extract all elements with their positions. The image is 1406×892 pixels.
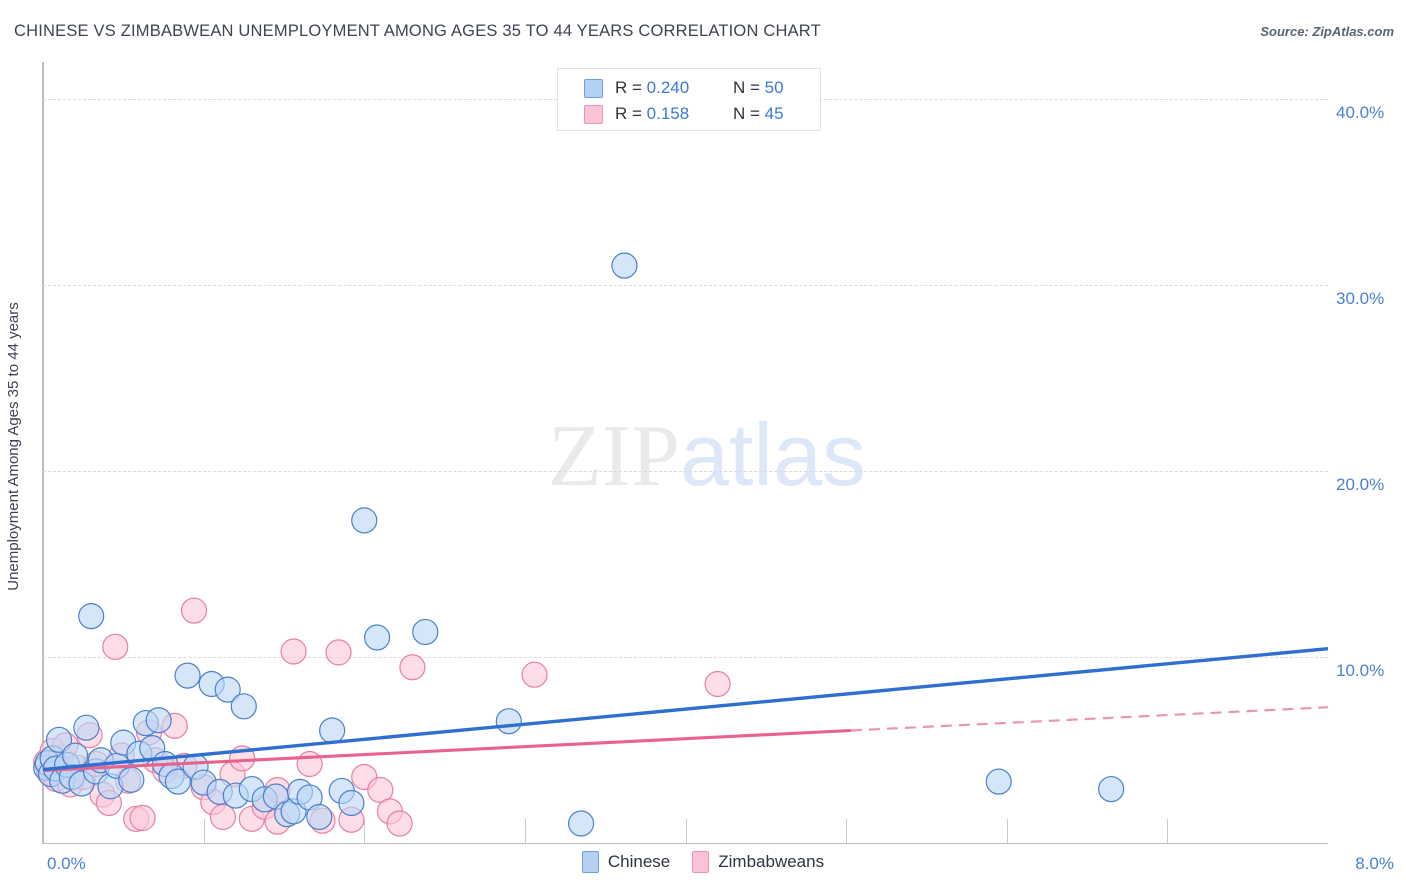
scatter-canvas: [33, 252, 1329, 837]
zimbabweans-trendline-extension: [850, 706, 1329, 732]
series-legend: Chinese Zimbabweans: [0, 851, 1406, 873]
legend-label: Chinese: [607, 852, 671, 871]
data-point: [230, 693, 257, 720]
zimbabweans-trend-dashed: [850, 706, 1329, 732]
stats-n: N = 45: [733, 104, 784, 123]
legend-swatch-pink: [692, 851, 710, 873]
data-point: [1098, 775, 1125, 803]
data-point: [399, 654, 426, 681]
data-point: [145, 707, 172, 734]
data-point: [985, 768, 1012, 795]
data-point: [351, 507, 378, 534]
data-point: [118, 766, 145, 793]
data-point: [129, 804, 156, 832]
data-points: [33, 252, 1125, 837]
legend-swatch-blue: [581, 851, 599, 873]
data-point: [102, 633, 129, 660]
data-point: [338, 789, 365, 817]
stats-swatch-blue: [584, 78, 603, 98]
data-point: [73, 714, 100, 741]
data-point: [78, 603, 105, 630]
data-point: [325, 639, 352, 666]
stats-swatch-pink: [584, 104, 603, 124]
data-point: [386, 810, 413, 837]
data-point: [306, 803, 333, 831]
data-point: [567, 810, 595, 837]
legend-label: Zimbabweans: [718, 852, 825, 871]
chart-root: CHINESE VS ZIMBABWEAN UNEMPLOYMENT AMONG…: [0, 0, 1406, 892]
data-point: [495, 708, 522, 735]
data-point: [364, 624, 391, 651]
data-point: [174, 662, 201, 689]
stats-row: R = 0.240 N = 50: [584, 75, 820, 101]
data-point: [521, 661, 548, 688]
stats-r: R = 0.158: [615, 104, 690, 123]
data-point: [319, 717, 346, 744]
data-point: [704, 670, 731, 698]
legend-item-chinese[interactable]: Chinese: [581, 851, 671, 873]
stats-row: R = 0.158 N = 45: [584, 101, 820, 127]
correlation-stats-legend: R = 0.240 N = 50 R = 0.158 N = 45: [557, 68, 821, 131]
data-point: [280, 638, 307, 665]
data-point: [611, 252, 638, 279]
stats-r: R = 0.240: [615, 78, 690, 97]
stats-n: N = 50: [733, 78, 784, 97]
data-point: [296, 750, 323, 778]
data-point: [209, 803, 236, 831]
data-point: [180, 597, 208, 624]
legend-item-zimbabweans[interactable]: Zimbabweans: [692, 851, 824, 873]
data-point: [412, 618, 439, 646]
